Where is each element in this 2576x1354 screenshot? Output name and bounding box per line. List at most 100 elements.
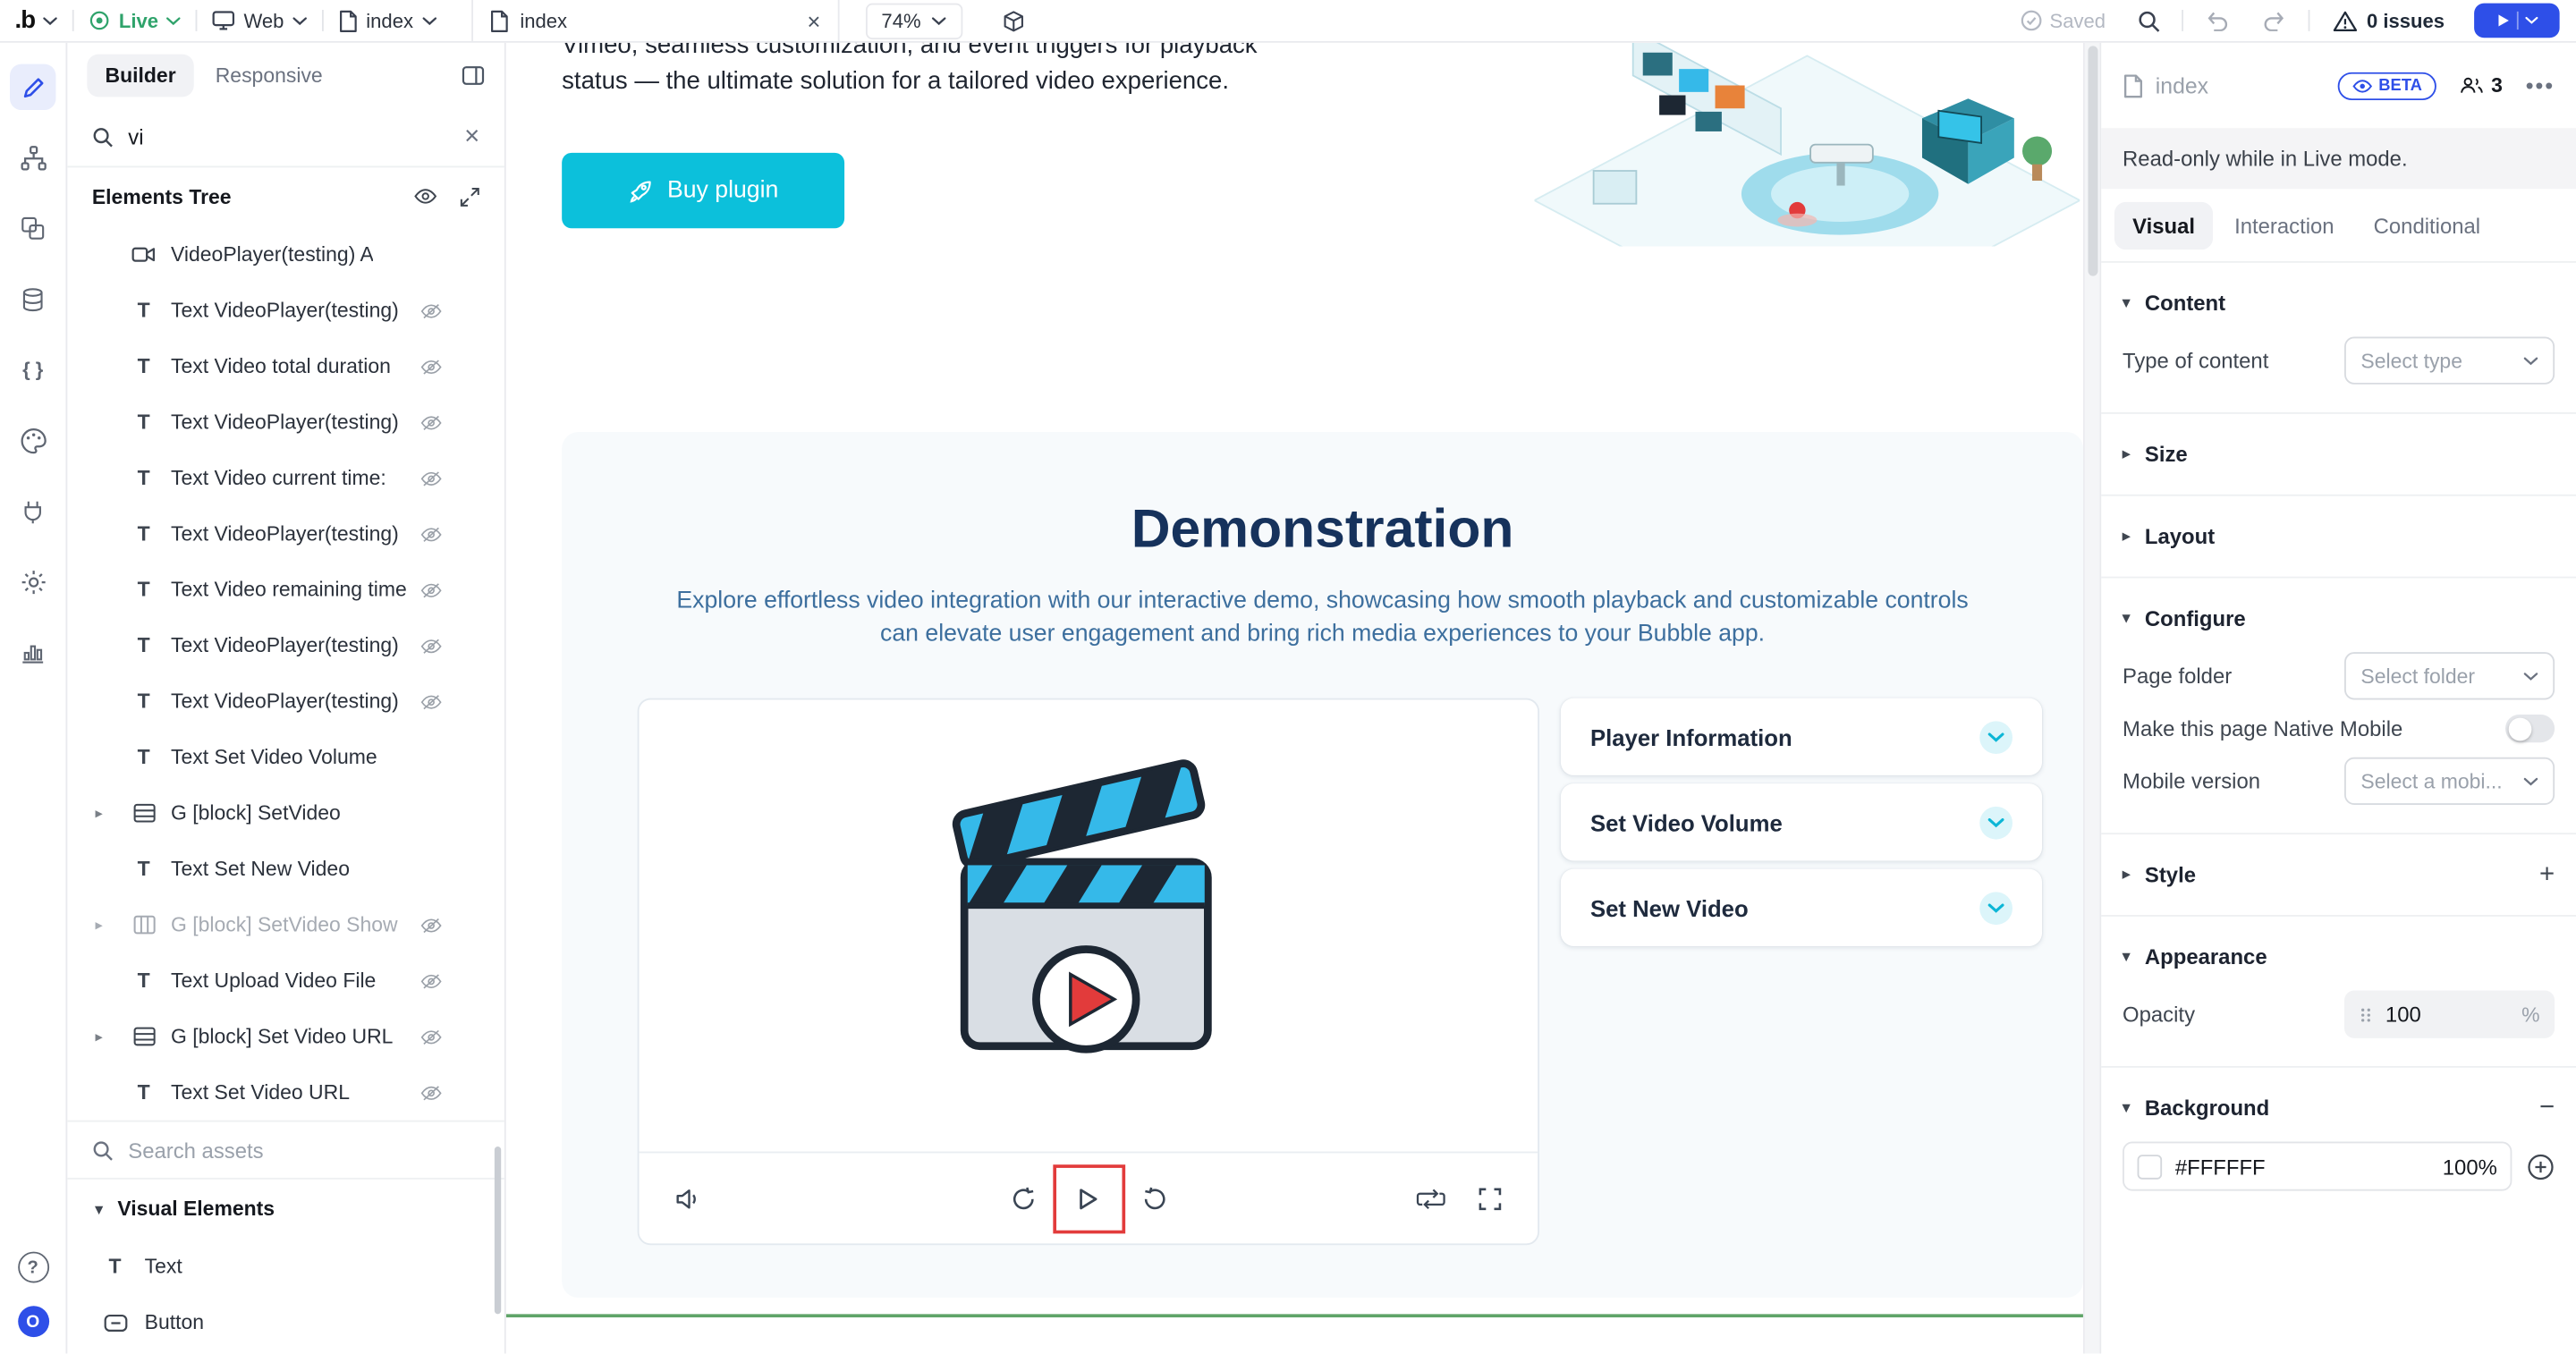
logs-tab-icon[interactable]: [10, 629, 55, 674]
accordion-set-new-video[interactable]: Set New Video: [1561, 869, 2042, 946]
loop-icon[interactable]: [1416, 1187, 1445, 1210]
assets-search-input[interactable]: [128, 1138, 479, 1163]
workflow-tab-icon[interactable]: [10, 135, 55, 181]
styles-tab-icon[interactable]: [10, 418, 55, 463]
forward-icon[interactable]: [1141, 1185, 1167, 1211]
tree-item[interactable]: T Text Set New Video: [67, 841, 504, 896]
expand-arrow-icon[interactable]: ▸: [96, 804, 103, 822]
tree-item[interactable]: T Text VideoPlayer(testing): [67, 394, 504, 450]
caret-down-icon: ▾: [2123, 1099, 2130, 1117]
preview-button[interactable]: [2474, 4, 2560, 38]
hidden-icon: [420, 525, 442, 543]
text-element-icon: T: [130, 746, 157, 769]
tree-item[interactable]: T Text Set Video URL: [67, 1064, 504, 1120]
tree-item[interactable]: ▸ G [block] Set Video URL: [67, 1009, 504, 1064]
section-configure-header[interactable]: ▾ Configure: [2123, 591, 2555, 646]
account-avatar[interactable]: O: [17, 1306, 48, 1337]
tree-item[interactable]: T Text VideoPlayer(testing): [67, 618, 504, 673]
background-color-input[interactable]: #FFFFFF 100%: [2123, 1142, 2512, 1191]
palette-item-text[interactable]: T Text: [67, 1239, 504, 1294]
type-of-content-select[interactable]: Select type: [2344, 337, 2555, 385]
video-player[interactable]: [638, 698, 1539, 1246]
tree-item[interactable]: T Text VideoPlayer(testing): [67, 506, 504, 562]
tab-index[interactable]: index ×: [470, 0, 838, 41]
zoom-select[interactable]: 74%: [865, 3, 962, 38]
section-size-header[interactable]: ▸ Size: [2123, 427, 2555, 482]
panel-scrollbar[interactable]: [495, 1147, 501, 1314]
replay-icon[interactable]: [1010, 1185, 1036, 1211]
add-color-icon[interactable]: [2527, 1152, 2555, 1180]
tree-item[interactable]: VideoPlayer(testing) A: [67, 226, 504, 282]
tab-interaction[interactable]: Interaction: [2216, 201, 2352, 249]
more-options-icon[interactable]: •••: [2526, 72, 2555, 98]
accordion-set-video-volume[interactable]: Set Video Volume: [1561, 783, 2042, 860]
tree-item[interactable]: T Text Video remaining time: [67, 562, 504, 617]
opacity-value: 100: [2385, 1002, 2510, 1027]
environment-selector[interactable]: Live: [74, 0, 196, 41]
section-style-header[interactable]: ▸ Style +: [2123, 848, 2555, 902]
fullscreen-icon[interactable]: [1479, 1187, 1502, 1210]
tab-conditional[interactable]: Conditional: [2355, 201, 2498, 249]
plugins-tab-icon[interactable]: [10, 488, 55, 534]
scrollbar-thumb[interactable]: [2088, 46, 2097, 275]
add-style-icon[interactable]: +: [2539, 861, 2555, 887]
database-tab-icon[interactable]: [10, 276, 55, 322]
volume-icon[interactable]: [675, 1187, 703, 1210]
tab-responsive[interactable]: Responsive: [198, 55, 341, 97]
search-input[interactable]: [128, 125, 449, 150]
tree-item[interactable]: T Text VideoPlayer(testing): [67, 673, 504, 729]
color-swatch[interactable]: [2138, 1154, 2163, 1179]
section-content-header[interactable]: ▾ Content: [2123, 276, 2555, 331]
redo-icon[interactable]: [2250, 10, 2298, 31]
expand-arrow-icon[interactable]: ▸: [96, 916, 103, 934]
tree-item[interactable]: T Text Upload Video File: [67, 952, 504, 1008]
code-tab-icon[interactable]: { }: [10, 347, 55, 393]
issues-indicator[interactable]: 0 issues: [2319, 9, 2458, 32]
play-icon: [2496, 13, 2510, 29]
palette-item-button[interactable]: Button: [67, 1294, 504, 1350]
expand-arrow-icon[interactable]: ▸: [96, 1028, 103, 1045]
tree-item[interactable]: T Text Video total duration: [67, 338, 504, 394]
tree-item-label: Text Video current time:: [171, 467, 386, 490]
native-mobile-toggle[interactable]: [2505, 715, 2555, 742]
play-icon[interactable]: [1078, 1187, 1099, 1210]
canvas-scrollbar[interactable]: [2083, 43, 2099, 1354]
collaborators-indicator[interactable]: 3: [2460, 74, 2503, 97]
tab-visual[interactable]: Visual: [2114, 201, 2213, 249]
components-tab-icon[interactable]: [10, 206, 55, 251]
tree-item[interactable]: T Text Video current time:: [67, 450, 504, 505]
tree-item[interactable]: ▸ G [block] SetVideo: [67, 785, 504, 841]
page-selector[interactable]: index: [324, 0, 452, 41]
editor-canvas[interactable]: Vimeo, seamless customization, and event…: [506, 43, 2100, 1354]
design-tab-icon[interactable]: [10, 64, 55, 110]
visual-elements-title: Visual Elements: [117, 1197, 275, 1221]
component-library-icon[interactable]: [985, 9, 1040, 32]
settings-tab-icon[interactable]: [10, 558, 55, 604]
remove-background-icon[interactable]: −: [2539, 1095, 2555, 1121]
platform-selector[interactable]: Web: [198, 0, 322, 41]
tree-item[interactable]: T Text Set Video Volume: [67, 730, 504, 785]
opacity-input[interactable]: 100 %: [2344, 991, 2555, 1038]
undo-icon[interactable]: [2192, 10, 2240, 31]
search-icon[interactable]: [2125, 9, 2171, 32]
tree-item[interactable]: ▸ G [block] SetVideo Show: [67, 897, 504, 952]
visual-elements-section[interactable]: ▾ Visual Elements: [67, 1180, 504, 1239]
section-layout-header[interactable]: ▸ Layout: [2123, 509, 2555, 563]
accordion-player-information[interactable]: Player Information: [1561, 698, 2042, 775]
close-icon[interactable]: ×: [807, 9, 820, 32]
eye-icon[interactable]: [414, 187, 437, 207]
tree-item[interactable]: T Text VideoPlayer(testing): [67, 283, 504, 338]
mobile-version-select[interactable]: Select a mobi...: [2344, 757, 2555, 805]
section-appearance-header[interactable]: ▾ Appearance: [2123, 930, 2555, 985]
clear-search-icon[interactable]: ×: [464, 124, 479, 150]
beta-badge[interactable]: BETA: [2337, 72, 2436, 99]
expand-tree-icon[interactable]: [460, 187, 479, 207]
section-background-header[interactable]: ▾ Background −: [2123, 1081, 2555, 1136]
tab-builder[interactable]: Builder: [87, 55, 194, 97]
help-icon[interactable]: ?: [17, 1252, 48, 1283]
bubble-logo-menu[interactable]: .b: [0, 0, 72, 41]
page-folder-select[interactable]: Select folder: [2344, 652, 2555, 699]
buy-plugin-button[interactable]: Buy plugin: [562, 153, 844, 228]
toolbar-separator: [2308, 10, 2309, 31]
collapse-panel-icon[interactable]: [462, 65, 485, 85]
